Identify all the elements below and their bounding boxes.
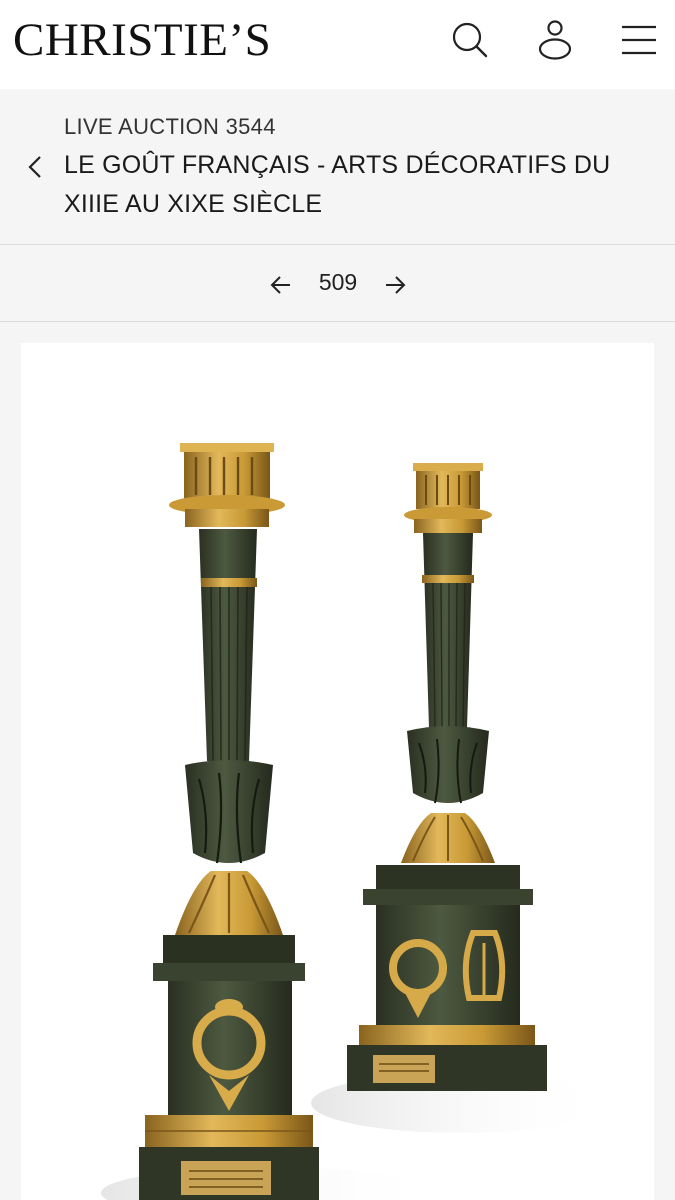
menu-button[interactable] (619, 18, 659, 62)
account-button[interactable] (535, 18, 575, 62)
top-bar: CHRISTIE’S (0, 0, 675, 89)
chevron-left-icon (28, 156, 41, 178)
previous-lot-button[interactable] (266, 270, 296, 300)
sale-type-label: LIVE AUCTION 3544 (64, 114, 276, 139)
christies-logo[interactable]: CHRISTIE’S (13, 14, 271, 66)
left-candlestick (139, 443, 319, 1200)
arrow-left-icon (270, 276, 290, 294)
candlesticks-photo (101, 443, 611, 1200)
lot-number: 509 (318, 269, 358, 295)
lot-image[interactable] (21, 343, 654, 1200)
search-button[interactable] (450, 18, 490, 62)
menu-icon (622, 25, 656, 55)
back-button[interactable] (22, 150, 48, 184)
search-icon (452, 22, 488, 58)
arrow-right-icon (386, 276, 406, 294)
next-lot-button[interactable] (380, 270, 410, 300)
account-icon (538, 20, 572, 60)
sale-title[interactable]: LE GOÛT FRANÇAIS - ARTS DÉCORATIFS DU XI… (64, 146, 654, 224)
right-candlestick (347, 463, 547, 1091)
